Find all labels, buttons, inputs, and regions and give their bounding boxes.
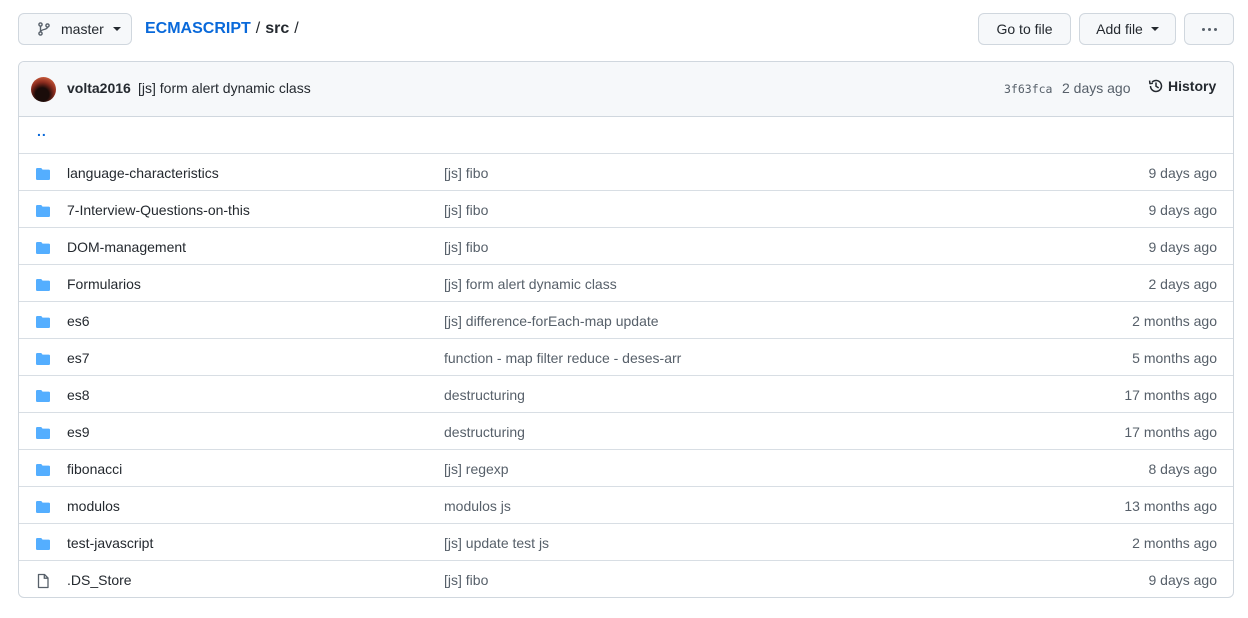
- file-commit-message-link[interactable]: destructuring: [444, 424, 525, 440]
- file-row[interactable]: modulos modulos js 13 months ago: [19, 487, 1233, 524]
- breadcrumb-repo-link[interactable]: ECMASCRIPT: [145, 20, 251, 38]
- file-commit-message-link[interactable]: [js] fibo: [444, 239, 488, 255]
- file-icon: [35, 573, 51, 592]
- file-row[interactable]: language-characteristics [js] fibo 9 days …: [19, 154, 1233, 191]
- file-name-link[interactable]: DOM-management: [67, 239, 186, 255]
- commit-message-link[interactable]: [js] form alert dynamic class: [138, 80, 311, 96]
- file-commit-time: 2 months ago: [1132, 535, 1217, 551]
- file-commit-message-link[interactable]: [js] difference-forEach-map update: [444, 313, 659, 329]
- folder-icon: [35, 314, 51, 333]
- file-commit-message-link[interactable]: [js] fibo: [444, 572, 488, 588]
- avatar[interactable]: [31, 77, 56, 102]
- breadcrumb-separator: /: [255, 20, 261, 37]
- file-name-link[interactable]: Formularios: [67, 276, 141, 292]
- file-commit-message-link[interactable]: modulos js: [444, 498, 511, 514]
- file-name-link[interactable]: es8: [67, 387, 90, 403]
- kebab-horizontal-icon: [1201, 27, 1217, 31]
- folder-icon: [35, 240, 51, 259]
- file-commit-message-link[interactable]: destructuring: [444, 387, 525, 403]
- go-to-file-label: Go to file: [996, 21, 1053, 37]
- file-row[interactable]: es6 [js] difference-forEach-map update 2 m…: [19, 302, 1233, 339]
- file-commit-message-link[interactable]: [js] update test js: [444, 535, 549, 551]
- folder-icon: [35, 499, 51, 518]
- file-row[interactable]: DOM-management [js] fibo 9 days ago: [19, 228, 1233, 265]
- file-commit-time: 5 months ago: [1132, 350, 1217, 366]
- file-name-link[interactable]: .DS_Store: [67, 572, 132, 588]
- file-commit-time: 17 months ago: [1124, 387, 1217, 403]
- latest-commit-header: volta2016 [js] form alert dynamic class …: [19, 62, 1233, 117]
- file-navigation-bar: master ECMASCRIPT / src / Go to file Add…: [18, 13, 1234, 45]
- file-name-link[interactable]: es9: [67, 424, 90, 440]
- history-label: History: [1168, 78, 1217, 94]
- parent-directory-row[interactable]: ..: [19, 117, 1233, 154]
- file-commit-time: 8 days ago: [1148, 461, 1218, 477]
- folder-icon: [35, 166, 51, 185]
- file-row[interactable]: 7-Interview-Questions-on-this [js] fibo 9 …: [19, 191, 1233, 228]
- file-name-link[interactable]: es7: [67, 350, 90, 366]
- file-commit-message-link[interactable]: [js] fibo: [444, 165, 488, 181]
- more-options-button[interactable]: [1184, 13, 1234, 45]
- add-file-label: Add file: [1096, 21, 1143, 37]
- branch-select-button[interactable]: master: [18, 13, 132, 45]
- file-row[interactable]: es7 function - map filter reduce - deses-…: [19, 339, 1233, 376]
- file-name-link[interactable]: test-javascript: [67, 535, 153, 551]
- file-commit-time: 2 days ago: [1148, 276, 1218, 292]
- file-commit-message-link[interactable]: [js] fibo: [444, 202, 488, 218]
- file-row[interactable]: es9 destructuring 17 months ago: [19, 413, 1233, 450]
- file-name-link[interactable]: language-characteristics: [67, 165, 219, 181]
- add-file-button[interactable]: Add file: [1079, 13, 1176, 45]
- file-commit-message-link[interactable]: [js] form alert dynamic class: [444, 276, 617, 292]
- file-name-link[interactable]: es6: [67, 313, 90, 329]
- file-name-link[interactable]: fibonacci: [67, 461, 122, 477]
- chevron-down-icon: [112, 27, 121, 31]
- parent-directory-link[interactable]: ..: [37, 123, 47, 139]
- breadcrumb-trailing-separator: /: [294, 20, 299, 37]
- folder-icon: [35, 425, 51, 444]
- file-name-link[interactable]: 7-Interview-Questions-on-this: [67, 202, 250, 218]
- file-row[interactable]: es8 destructuring 17 months ago: [19, 376, 1233, 413]
- commit-sha-link[interactable]: 3f63fca: [1004, 82, 1052, 96]
- file-row[interactable]: fibonacci [js] regexp 8 days ago: [19, 450, 1233, 487]
- file-name-link[interactable]: modulos: [67, 498, 120, 514]
- file-commit-message-link[interactable]: [js] regexp: [444, 461, 509, 477]
- folder-icon: [35, 462, 51, 481]
- chevron-down-icon: [1150, 27, 1159, 31]
- file-commit-time: 9 days ago: [1148, 572, 1218, 588]
- folder-icon: [35, 388, 51, 407]
- folder-icon: [35, 536, 51, 555]
- breadcrumb-current-dir: src: [265, 20, 290, 37]
- git-branch-icon: [38, 22, 50, 36]
- breadcrumb: ECMASCRIPT / src /: [145, 13, 304, 45]
- commit-author-link[interactable]: volta2016: [67, 80, 131, 96]
- folder-icon: [35, 203, 51, 222]
- file-commit-time: 2 months ago: [1132, 313, 1217, 329]
- file-commit-time: 9 days ago: [1148, 202, 1218, 218]
- file-list-box: volta2016 [js] form alert dynamic class …: [18, 61, 1234, 598]
- file-commit-time: 9 days ago: [1148, 239, 1218, 255]
- history-link[interactable]: History: [1148, 78, 1216, 94]
- file-row[interactable]: .DS_Store [js] fibo 9 days ago: [19, 561, 1233, 597]
- file-commit-time: 13 months ago: [1124, 498, 1217, 514]
- folder-icon: [35, 351, 51, 370]
- commit-time: 2 days ago: [1062, 80, 1131, 96]
- folder-icon: [35, 277, 51, 296]
- history-icon: [1148, 79, 1163, 93]
- file-row[interactable]: Formularios [js] form alert dynamic class…: [19, 265, 1233, 302]
- file-commit-time: 17 months ago: [1124, 424, 1217, 440]
- file-rows: language-characteristics [js] fibo 9 days …: [19, 154, 1233, 597]
- go-to-file-button[interactable]: Go to file: [978, 13, 1071, 45]
- branch-name: master: [61, 21, 104, 37]
- file-row[interactable]: test-javascript [js] update test js 2 mont…: [19, 524, 1233, 561]
- file-commit-message-link[interactable]: function - map filter reduce - deses-arr: [444, 350, 681, 366]
- file-commit-time: 9 days ago: [1148, 165, 1218, 181]
